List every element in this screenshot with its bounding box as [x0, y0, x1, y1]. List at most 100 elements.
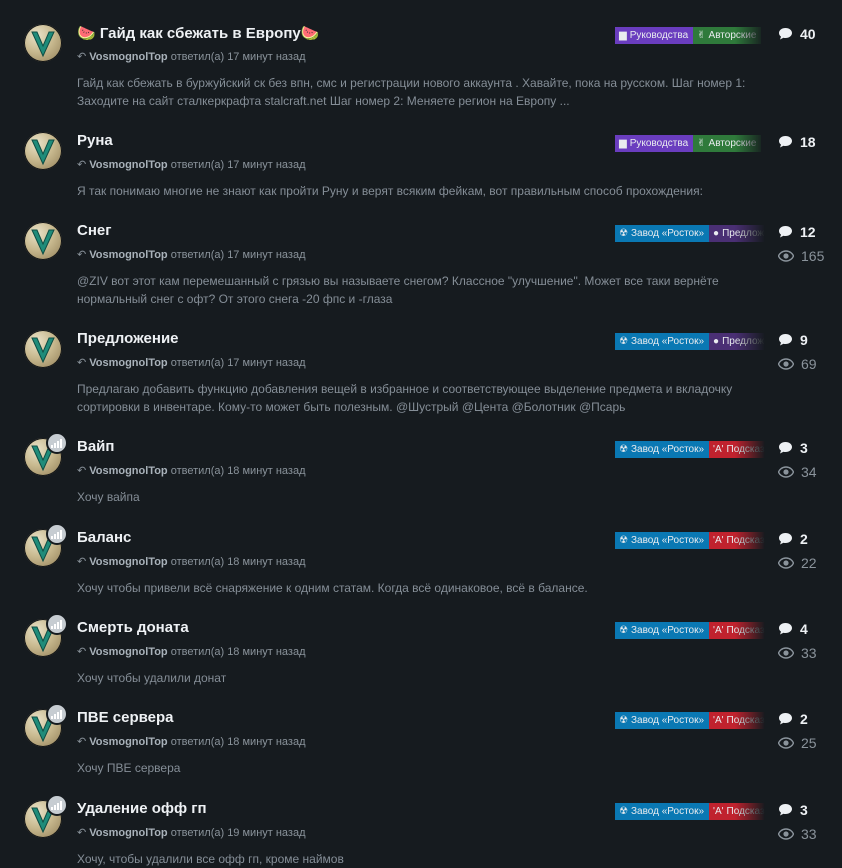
tag-badge[interactable]: ☢ Завод «Росток» [615, 622, 710, 639]
topic-excerpt: Предлагаю добавить функцию добавления ве… [77, 382, 733, 414]
avatar[interactable] [24, 132, 62, 170]
tag-badge[interactable]: ✌ Авторские [693, 135, 762, 152]
topic-meta: ↶ VosmognolTop ответил(а) 19 минут назад [77, 826, 306, 839]
topic-stats: 18 [778, 132, 838, 152]
views-count: 22 [778, 553, 838, 573]
eye-icon [778, 250, 794, 262]
eye-icon [778, 828, 794, 840]
topic-meta: ↶ VosmognolTop ответил(а) 17 минут назад [77, 158, 306, 171]
reply-time: ответил(а) 18 минут назад [170, 556, 306, 568]
replies-value: 9 [800, 332, 808, 348]
rank-signal-icon [46, 432, 68, 454]
topic-title[interactable]: Вайп [77, 438, 114, 455]
avatar[interactable] [24, 222, 62, 260]
tag-badge[interactable]: ●Предложения [709, 225, 765, 242]
tag-badge[interactable]: ✌ Авторские [693, 27, 762, 44]
eye-icon [778, 466, 794, 478]
rank-signal-icon [46, 794, 68, 816]
topic-title[interactable]: Удаление офф гп [77, 800, 207, 817]
views-value: 33 [801, 826, 817, 842]
topic-title[interactable]: ПВЕ сервера [77, 709, 174, 726]
views-value: 22 [801, 555, 817, 571]
username-link[interactable]: VosmognolTop [89, 51, 167, 63]
tag-badge[interactable]: ☢ Завод «Росток» [615, 803, 710, 820]
reply-time: ответил(а) 17 минут назад [170, 159, 306, 171]
tag-badge[interactable]: ▆ Руководства [615, 135, 694, 152]
replies-count: 40 [778, 24, 838, 44]
antenna-icon: 'A' [713, 625, 724, 636]
replies-count: 3 [778, 800, 838, 820]
topic-row[interactable]: Баланс ↶ VosmognolTop ответил(а) 18 минут … [0, 505, 842, 595]
person-icon: ✌ [697, 30, 706, 41]
eye-icon [778, 647, 794, 659]
replies-count: 9 [778, 330, 838, 350]
topic-row[interactable]: ПВЕ сервера ↶ VosmognolTop ответил(а) 18 м… [0, 685, 842, 776]
tag-label: Подсказки [726, 806, 765, 817]
topic-meta: ↶ VosmognolTop ответил(а) 18 минут назад [77, 645, 306, 658]
topic-row[interactable]: Удаление офф гп ↶ VosmognolTop ответил(а) … [0, 776, 842, 866]
topic-tags: ▆ Руководства ✌ Авторские [615, 135, 765, 152]
reply-icon: ↶ [77, 357, 87, 369]
topic-row[interactable]: Вайп ↶ VosmognolTop ответил(а) 18 минут на… [0, 414, 842, 505]
tag-badge[interactable]: ▆ Руководства [615, 27, 694, 44]
username-link[interactable]: VosmognolTop [89, 556, 167, 568]
replies-value: 12 [800, 224, 816, 240]
avatar[interactable] [24, 24, 62, 62]
radiation-icon: ☢ [619, 444, 628, 455]
replies-count: 12 [778, 222, 838, 242]
username-link[interactable]: VosmognolTop [89, 465, 167, 477]
username-link[interactable]: VosmognolTop [89, 159, 167, 171]
tag-label: Завод «Росток» [630, 625, 705, 636]
views-count: 34 [778, 462, 838, 482]
topic-title[interactable]: Смерть доната [77, 619, 189, 636]
username-link[interactable]: VosmognolTop [89, 357, 167, 369]
topic-excerpt: Хочу ПВЕ сервера [77, 761, 181, 775]
reply-icon: ↶ [77, 51, 87, 63]
username-link[interactable]: VosmognolTop [89, 249, 167, 261]
tag-badge[interactable]: 'A'Подсказки [709, 441, 765, 458]
topic-stats: 3 33 [778, 800, 838, 844]
reply-time: ответил(а) 17 минут назад [170, 249, 306, 261]
username-link[interactable]: VosmognolTop [89, 646, 167, 658]
views-value: 34 [801, 464, 817, 480]
topic-row[interactable]: Предложение ↶ VosmognolTop ответил(а) 17 м… [0, 306, 842, 414]
topic-title[interactable]: Руна [77, 132, 113, 149]
topic-title[interactable]: Баланс [77, 529, 131, 546]
tag-label: Авторские [708, 138, 757, 149]
tag-badge[interactable]: ☢ Завод «Росток» [615, 225, 710, 242]
tag-label: Подсказки [726, 625, 765, 636]
topic-title[interactable]: 🍉 Гайд как сбежать в Европу🍉 [77, 24, 319, 42]
tag-badge[interactable]: ☢ Завод «Росток» [615, 333, 710, 350]
topic-row[interactable]: Руна ↶ VosmognolTop ответил(а) 17 минут на… [0, 108, 842, 198]
tag-badge[interactable]: ●Предложения [709, 333, 765, 350]
tag-label: Подсказки [726, 715, 765, 726]
topic-row[interactable]: Смерть доната ↶ VosmognolTop ответил(а) 18… [0, 595, 842, 685]
rank-signal-icon [46, 703, 68, 725]
topic-row[interactable]: 🍉 Гайд как сбежать в Европу🍉 ↶ VosmognolTo… [0, 0, 842, 108]
comment-icon [779, 442, 792, 454]
tag-badge[interactable]: 'A'Подсказки [709, 622, 765, 639]
antenna-icon: 'A' [713, 535, 724, 546]
username-link[interactable]: VosmognolTop [89, 736, 167, 748]
username-link[interactable]: VosmognolTop [89, 827, 167, 839]
tag-label: Завод «Росток» [630, 228, 705, 239]
replies-value: 2 [800, 711, 808, 727]
topic-row[interactable]: Снег ↶ VosmognolTop ответил(а) 17 минут на… [0, 198, 842, 306]
comment-icon [779, 623, 792, 635]
topic-title[interactable]: Предложение [77, 330, 179, 347]
replies-value: 40 [800, 26, 816, 42]
tag-badge[interactable]: ☢ Завод «Росток» [615, 441, 710, 458]
person-icon: ✌ [697, 138, 706, 149]
rank-signal-icon [46, 523, 68, 545]
tag-badge[interactable]: 'A'Подсказки [709, 712, 765, 729]
tag-badge[interactable]: ☢ Завод «Росток» [615, 532, 710, 549]
tag-label: Завод «Росток» [630, 444, 705, 455]
avatar[interactable] [24, 330, 62, 368]
tag-badge[interactable]: ☢ Завод «Росток» [615, 712, 710, 729]
tag-badge[interactable]: 'A'Подсказки [709, 803, 765, 820]
topic-title[interactable]: Снег [77, 222, 111, 239]
tag-label: Подсказки [726, 444, 765, 455]
replies-count: 2 [778, 529, 838, 549]
tag-badge[interactable]: 'A'Подсказки [709, 532, 765, 549]
replies-count: 4 [778, 619, 838, 639]
